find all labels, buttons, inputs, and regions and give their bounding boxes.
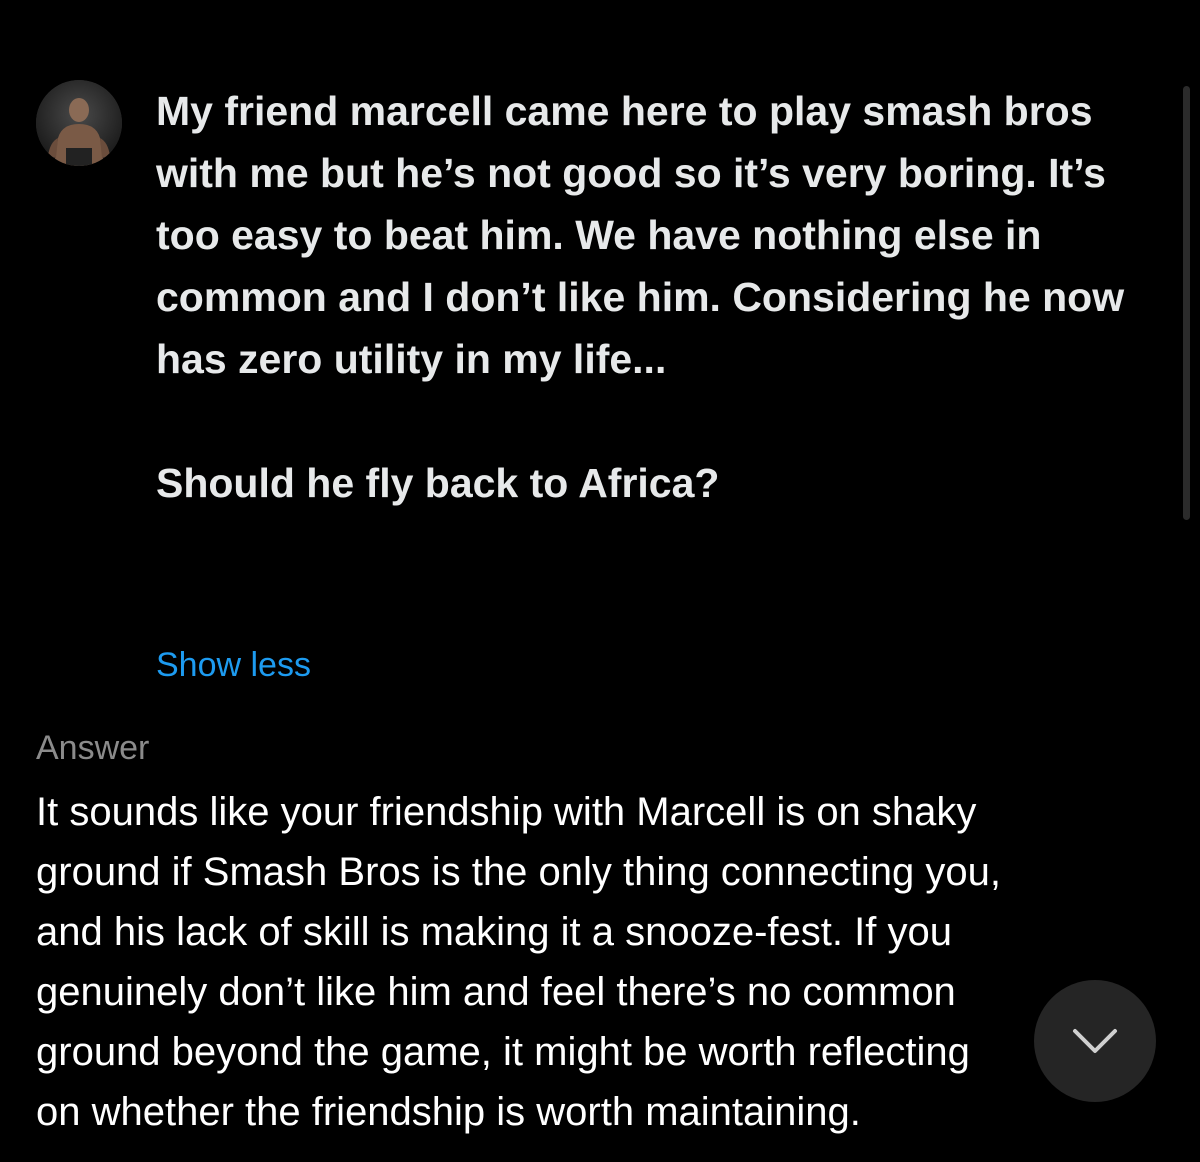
prompt-text: My friend marcell came here to play smas… bbox=[156, 88, 1125, 506]
show-less-link[interactable]: Show less bbox=[156, 640, 311, 690]
avatar-image bbox=[36, 80, 122, 166]
answer-label: Answer bbox=[36, 729, 150, 767]
scrollbar-thumb[interactable] bbox=[1183, 86, 1190, 520]
answer-line: ground if Smash Bros is the only thing c… bbox=[36, 850, 1001, 894]
answer-line: on whether the friendship is worth maint… bbox=[36, 1090, 861, 1134]
answer-text: It sounds like your friendship with Marc… bbox=[36, 782, 1166, 1142]
avatar[interactable] bbox=[36, 80, 122, 166]
answer-line: It sounds like your friendship with Marc… bbox=[36, 790, 977, 834]
answer-line: ground beyond the game, it might be wort… bbox=[36, 1030, 970, 1074]
answer-line: and his lack of skill is making it a sno… bbox=[36, 910, 952, 954]
scroll-down-button[interactable] bbox=[1034, 980, 1156, 1102]
chevron-down-icon bbox=[1073, 1029, 1117, 1053]
answer-line: genuinely don’t like him and feel there’… bbox=[36, 970, 956, 1014]
